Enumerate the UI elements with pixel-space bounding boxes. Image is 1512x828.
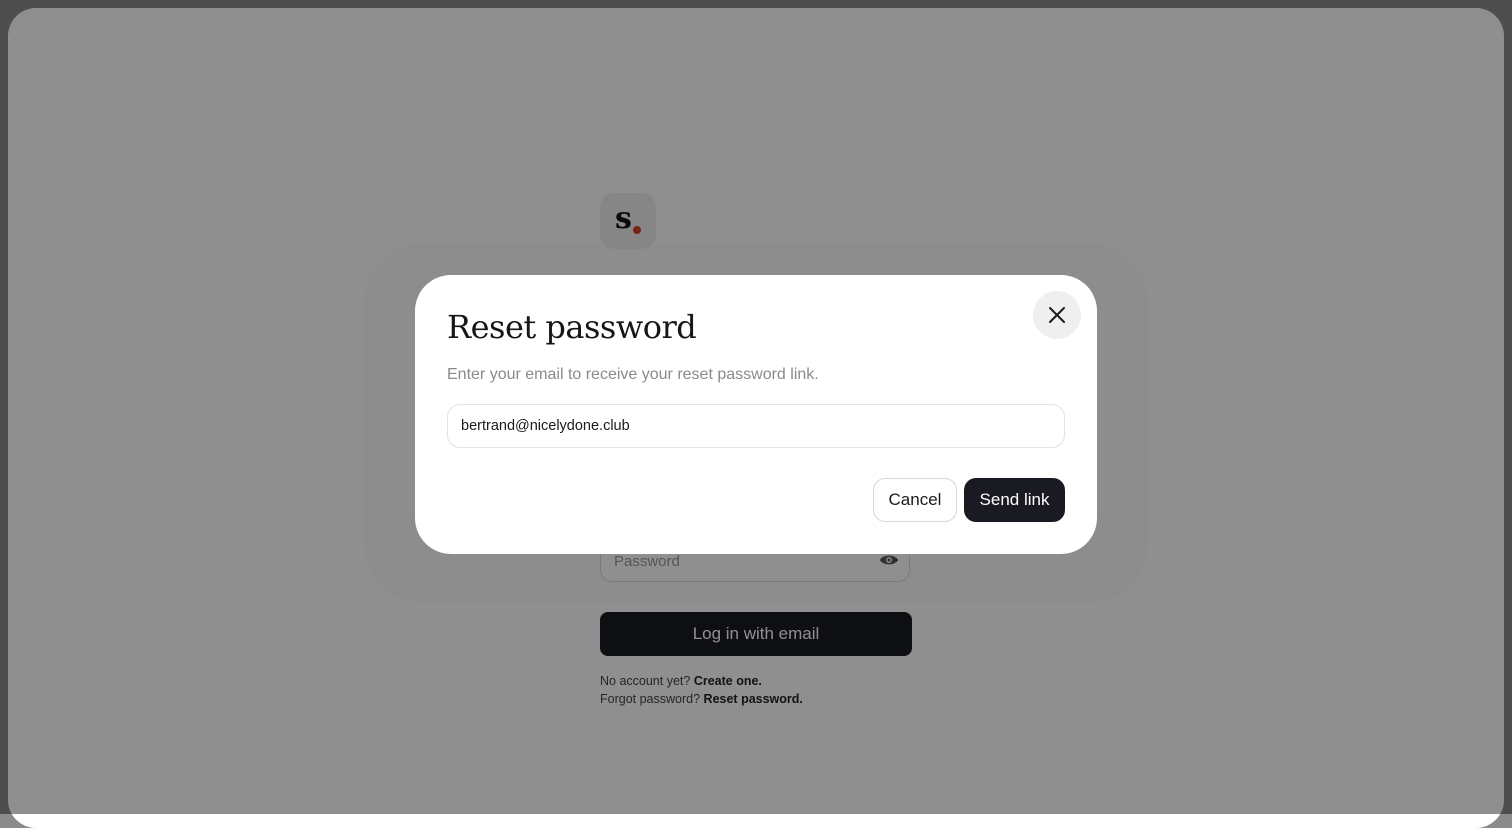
send-link-button[interactable]: Send link — [964, 478, 1065, 522]
cancel-button[interactable]: Cancel — [873, 478, 957, 522]
close-icon — [1049, 307, 1065, 323]
email-input[interactable] — [447, 404, 1065, 448]
dialog-description: Enter your email to receive your reset p… — [447, 366, 819, 383]
reset-password-dialog: Reset password Enter your email to recei… — [415, 275, 1097, 554]
dialog-title: Reset password — [447, 308, 697, 346]
close-button[interactable] — [1033, 291, 1081, 339]
